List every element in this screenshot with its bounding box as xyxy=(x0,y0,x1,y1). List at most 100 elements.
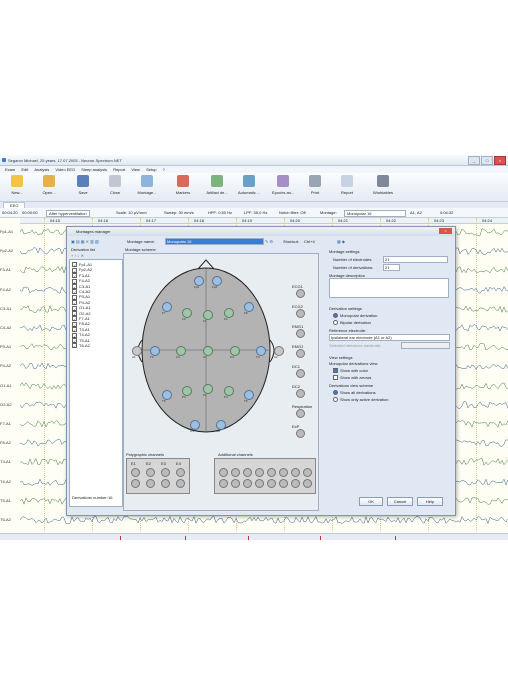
view-icon[interactable]: ▦ ◆ xyxy=(337,239,345,244)
print-button[interactable]: Print xyxy=(304,175,326,195)
derivation-item[interactable]: ✓ T4-A2 xyxy=(72,332,112,339)
channel-label[interactable]: F7-A1 xyxy=(0,421,20,426)
poly-tab[interactable]: E4 xyxy=(176,461,181,466)
reference-select[interactable]: A1, A2 xyxy=(410,210,422,215)
new-montage-icon[interactable]: ▣ ▤ ▦ ✕ ▥ ▧ xyxy=(71,239,99,244)
derivation-checkbox[interactable]: ✓ xyxy=(72,343,77,349)
additional-electrode[interactable] xyxy=(303,468,312,477)
aux-electrode[interactable] xyxy=(296,429,305,438)
derivation-item[interactable]: ✓ C4-A2 xyxy=(72,289,112,295)
channel-label[interactable]: O2-A2 xyxy=(0,402,20,407)
derivation-item[interactable]: ✓ C3-A1 xyxy=(72,284,112,290)
derivation-item[interactable]: ✓ F3-A1 xyxy=(72,273,112,279)
lpf-select[interactable]: LPF: 35,0 Hz xyxy=(244,210,267,215)
derivation-item[interactable]: ✓ Fp1-A1 xyxy=(72,262,112,268)
derivation-item[interactable]: ✓ F8-A2 xyxy=(72,321,112,328)
poly-electrode[interactable] xyxy=(131,479,140,488)
aux-electrode[interactable] xyxy=(296,389,305,398)
montage-description-input[interactable] xyxy=(329,278,449,298)
derivation-list[interactable]: ✓ Fp1-A1 ✓ Fp2-A2 ✓ F3-A1 ✓ F4-A2 ✓ C3-A1 ✓ C4-A2 ✓ P… xyxy=(69,259,123,507)
minimize-button[interactable]: _ xyxy=(468,156,480,165)
worktables-button[interactable]: Worktables xyxy=(372,175,394,195)
report-button[interactable]: Report xyxy=(336,175,358,195)
bipolar-radio[interactable]: Bipolar derivation xyxy=(333,320,371,326)
aux-electrode[interactable] xyxy=(296,349,305,358)
num-electrodes-select[interactable]: 21 xyxy=(383,256,448,263)
additional-electrode[interactable] xyxy=(267,468,276,477)
aux-electrode[interactable] xyxy=(296,309,305,318)
help-button[interactable]: Help xyxy=(417,497,443,506)
poly-electrode[interactable] xyxy=(131,468,140,477)
move-icons[interactable]: + ↑ ↓ ✕ xyxy=(71,253,84,258)
scale-select[interactable]: Scale: 10 µV/mm xyxy=(116,210,147,215)
monopolar-radio[interactable]: Monopolar derivation xyxy=(333,313,377,319)
additional-electrode[interactable] xyxy=(303,479,312,488)
additional-electrode[interactable] xyxy=(255,479,264,488)
additional-electrode[interactable] xyxy=(291,479,300,488)
derivation-item[interactable]: ✓ Fp2-A2 xyxy=(72,267,112,274)
notch-select[interactable]: Notch filter: Off xyxy=(279,210,306,215)
artifact-button[interactable]: Artifact de... xyxy=(206,175,228,195)
channel-label[interactable]: F8-A2 xyxy=(0,440,20,445)
additional-electrode[interactable] xyxy=(255,468,264,477)
channel-label[interactable]: T4-A2 xyxy=(0,479,20,484)
menu-report[interactable]: Report xyxy=(113,166,125,173)
ok-button[interactable]: OK xyxy=(359,497,383,506)
channel-label[interactable]: T3-A1 xyxy=(0,459,20,464)
additional-electrode[interactable] xyxy=(279,479,288,488)
derivation-item[interactable]: ✓ T5-A1 xyxy=(72,338,112,344)
poly-electrode[interactable] xyxy=(146,479,155,488)
edit-icon[interactable]: ✎ ⚙ xyxy=(265,239,273,244)
derivation-item[interactable]: ✓ O1-A1 xyxy=(72,305,112,312)
markers-button[interactable]: Markers xyxy=(172,175,194,195)
aux-electrode[interactable] xyxy=(296,289,305,298)
mode-select[interactable]: After hyperventilation xyxy=(46,210,90,217)
dialog-close-button[interactable]: × xyxy=(439,228,452,234)
poly-tab[interactable]: E2 xyxy=(146,461,151,466)
selected-ref-select[interactable] xyxy=(401,342,450,349)
menu-sleep-analysis[interactable]: Sleep analysis xyxy=(81,166,107,173)
poly-electrode[interactable] xyxy=(146,468,155,477)
additional-electrode[interactable] xyxy=(231,479,240,488)
derivation-item[interactable]: ✓ F7-A1 xyxy=(72,316,112,322)
derivation-item[interactable]: ✓ P4-A2 xyxy=(72,300,112,306)
automatic-button[interactable]: Automatic ... xyxy=(238,175,260,195)
sweep-select[interactable]: Sweep: 30 mm/s xyxy=(164,210,194,215)
channel-label[interactable]: Fp1-A1 xyxy=(0,229,20,234)
close-exam-button[interactable]: Close xyxy=(104,175,126,195)
additional-electrode[interactable] xyxy=(219,479,228,488)
poly-tab[interactable]: E3 xyxy=(161,461,166,466)
poly-electrode[interactable] xyxy=(176,479,185,488)
show-arrows-checkbox[interactable]: Show with arrows xyxy=(333,375,371,381)
save-button[interactable]: Save xyxy=(72,175,94,195)
close-button[interactable]: × xyxy=(494,156,506,165)
montage-select[interactable]: Monopolar 16 xyxy=(344,210,406,217)
channel-label[interactable]: C3-A1 xyxy=(0,306,20,311)
new-button[interactable]: New... xyxy=(6,175,28,195)
time-field[interactable]: 00:04:20 xyxy=(2,210,18,215)
poly-tab[interactable]: E1 xyxy=(131,461,136,466)
maximize-button[interactable]: □ xyxy=(481,156,493,165)
time-field-2[interactable]: 00:00:00 xyxy=(22,210,38,215)
menu-help[interactable]: ? xyxy=(163,166,165,173)
show-active-radio[interactable]: Show only active derivation xyxy=(333,397,388,403)
num-derivations-input[interactable]: 21 xyxy=(383,264,400,271)
channel-label[interactable]: P4-A2 xyxy=(0,363,20,368)
menu-analysis[interactable]: Analysis xyxy=(34,166,49,173)
menu-exam[interactable]: Exam xyxy=(5,166,15,173)
additional-electrode[interactable] xyxy=(219,468,228,477)
cancel-button[interactable]: Cancel xyxy=(387,497,413,506)
derivation-item[interactable]: ✓ O2-A2 xyxy=(72,311,112,317)
additional-electrode[interactable] xyxy=(243,479,252,488)
ref-electrode-select[interactable]: Ipsilateral ear electrode (A1 or A2) xyxy=(329,334,450,341)
menu-view[interactable]: View xyxy=(131,166,140,173)
aux-electrode[interactable] xyxy=(296,329,305,338)
channel-label[interactable]: F4-A2 xyxy=(0,287,20,292)
channel-label[interactable]: O1-A1 xyxy=(0,383,20,388)
channel-label[interactable]: F3-A1 xyxy=(0,267,20,272)
channel-label[interactable]: P3-A1 xyxy=(0,344,20,349)
additional-electrode[interactable] xyxy=(279,468,288,477)
epochs-button[interactable]: Epochs an... xyxy=(272,175,294,195)
montage-name-input[interactable]: Monopolar 16 xyxy=(165,238,264,245)
additional-electrode[interactable] xyxy=(243,468,252,477)
